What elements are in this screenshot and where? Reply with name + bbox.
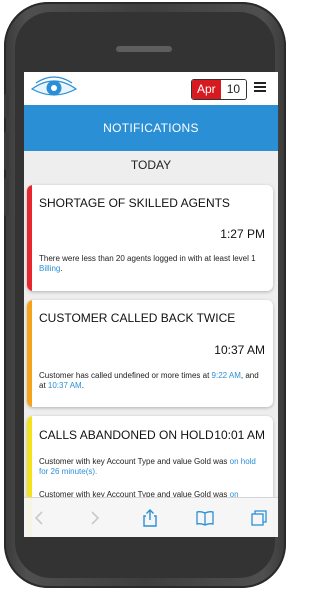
notification-title: CUSTOMER CALLED BACK TWICE	[39, 311, 236, 325]
notification-title: SHORTAGE OF SKILLED AGENTS	[39, 196, 230, 210]
share-icon[interactable]	[140, 508, 160, 528]
tabs-icon[interactable]	[249, 508, 269, 528]
forward-icon[interactable]	[84, 508, 104, 528]
notification-time: 10:01 AM	[214, 428, 265, 442]
page-title: NOTIFICATIONS	[24, 105, 278, 151]
speaker-grille	[116, 46, 172, 52]
notification-time: 1:27 PM	[220, 227, 265, 241]
severity-strip	[27, 300, 32, 407]
severity-strip	[27, 185, 32, 291]
notification-card[interactable]: CUSTOMER CALLED BACK TWICE 10:37 AM Cust…	[27, 300, 273, 407]
body-text: Customer has called undefined or more ti…	[39, 371, 212, 380]
section-label-today: TODAY	[130, 158, 172, 172]
notification-time: 10:37 AM	[214, 343, 265, 357]
notification-body: Customer with key Account Type and value…	[39, 457, 265, 477]
body-end: .	[81, 381, 84, 390]
notification-body: There were less than 20 agents logged in…	[39, 254, 265, 274]
body-text: There were less than 20 agents logged in…	[39, 254, 256, 263]
billing-link[interactable]: Billing	[39, 264, 60, 273]
hamburger-menu-icon[interactable]	[254, 82, 266, 94]
counter-month: Apr	[192, 80, 221, 99]
body-text: Customer with key Account Type and value…	[39, 457, 230, 466]
body-end: .	[60, 264, 63, 273]
back-icon[interactable]	[30, 508, 50, 528]
volume-down-button	[4, 178, 9, 216]
notification-card[interactable]: SHORTAGE OF SKILLED AGENTS 1:27 PM There…	[27, 185, 273, 291]
phone-screen: Apr 10 NOTIFICATIONS TODAY SHORTAGE OF S…	[24, 72, 278, 537]
counter-value: 10	[220, 80, 247, 99]
browser-toolbar	[24, 497, 278, 537]
time-link[interactable]: 10:37 AM	[48, 381, 82, 390]
mute-switch	[4, 94, 9, 118]
notification-counter[interactable]: Apr 10	[191, 79, 248, 100]
volume-up-button	[4, 132, 9, 170]
app-top-bar: Apr 10	[24, 72, 278, 105]
notification-title: CALLS ABANDONED ON HOLD	[39, 428, 214, 442]
bookmarks-icon[interactable]	[195, 508, 215, 528]
time-link[interactable]: 9:22 AM	[212, 371, 241, 380]
notification-body: Customer has called undefined or more ti…	[39, 371, 265, 391]
eye-logo-icon[interactable]	[30, 75, 78, 101]
